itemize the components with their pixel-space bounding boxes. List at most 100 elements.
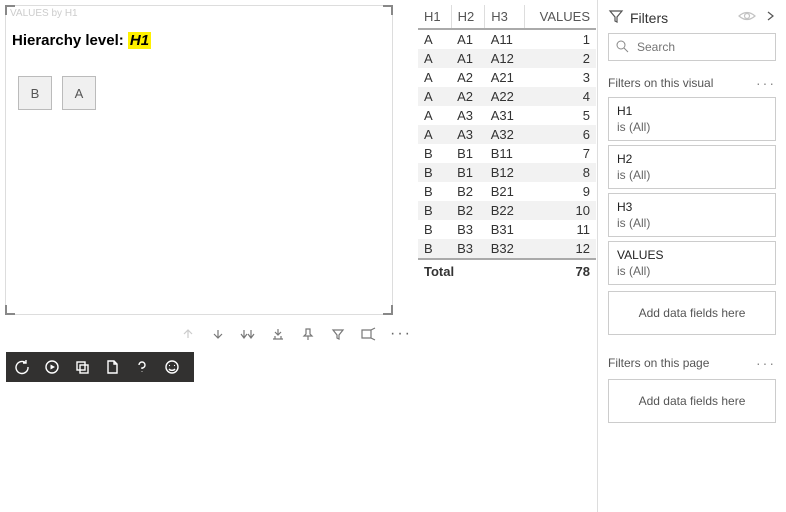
cell-h2: A3 [451, 125, 485, 144]
filter-card[interactable]: H3is (All) [608, 193, 776, 237]
refresh-icon[interactable] [14, 359, 30, 375]
cell-h1: B [418, 201, 451, 220]
table-row[interactable]: BB1B117 [418, 144, 596, 163]
cell-value: 4 [525, 87, 596, 106]
cell-h3: A11 [485, 29, 525, 49]
cell-h2: B1 [451, 144, 485, 163]
table-row[interactable]: BB2B2210 [418, 201, 596, 220]
cell-h3: B32 [485, 239, 525, 259]
cell-h3: A12 [485, 49, 525, 68]
filter-field-name: VALUES [617, 248, 767, 262]
cell-h2: B2 [451, 182, 485, 201]
cell-h2: B2 [451, 201, 485, 220]
resize-handle-bl[interactable] [5, 305, 15, 315]
table-header-row: H1 H2 H3 VALUES [418, 5, 596, 29]
cell-h2: A2 [451, 68, 485, 87]
table-row[interactable]: BB1B128 [418, 163, 596, 182]
cell-h3: B21 [485, 182, 525, 201]
cell-h1: A [418, 87, 451, 106]
filter-pane-icon [608, 8, 624, 27]
hierarchy-level-prefix: Hierarchy level: [12, 32, 124, 49]
total-value: 78 [525, 259, 596, 283]
table-total-row: Total 78 [418, 259, 596, 283]
total-label: Total [418, 259, 525, 283]
cell-value: 3 [525, 68, 596, 87]
cell-h2: B3 [451, 220, 485, 239]
search-icon [615, 39, 629, 56]
drill-down-icon[interactable] [210, 326, 226, 342]
hierarchy-level-value: H1 [128, 32, 151, 49]
col-h2[interactable]: H2 [451, 5, 485, 29]
visual-card[interactable]: VALUES by H1 Hierarchy level: H1 B A [5, 5, 393, 315]
cell-value: 10 [525, 201, 596, 220]
expand-next-level-icon[interactable] [240, 326, 256, 342]
cell-value: 9 [525, 182, 596, 201]
copy-icon[interactable] [74, 359, 90, 375]
cell-h2: A3 [451, 106, 485, 125]
filter-card[interactable]: H2 is (All) [608, 145, 776, 189]
cell-h3: A21 [485, 68, 525, 87]
cell-h1: A [418, 68, 451, 87]
search-input[interactable] [635, 39, 769, 55]
cell-h1: B [418, 163, 451, 182]
filter-card[interactable]: VALUESis (All) [608, 241, 776, 285]
cell-h1: B [418, 220, 451, 239]
more-options-icon[interactable]: ··· [390, 325, 412, 343]
filter-field-name: H1 [617, 104, 767, 118]
feedback-icon[interactable] [164, 359, 180, 375]
table-row[interactable]: AA2A213 [418, 68, 596, 87]
expand-all-icon[interactable] [270, 326, 286, 342]
focus-mode-icon[interactable] [360, 326, 376, 342]
filter-field-name: H2 [617, 152, 767, 166]
table-row[interactable]: AA1A122 [418, 49, 596, 68]
col-h3[interactable]: H3 [485, 5, 525, 29]
table-row[interactable]: BB3B3111 [418, 220, 596, 239]
pin-icon[interactable] [300, 326, 316, 342]
cell-h2: B3 [451, 239, 485, 259]
table-row[interactable]: AA3A326 [418, 125, 596, 144]
play-icon[interactable] [44, 359, 60, 375]
resize-handle-br[interactable] [383, 305, 393, 315]
table-row[interactable]: AA3A315 [418, 106, 596, 125]
table-row[interactable]: BB2B219 [418, 182, 596, 201]
cell-value: 1 [525, 29, 596, 49]
filter-condition: is (All) [617, 120, 767, 134]
cell-h2: A2 [451, 87, 485, 106]
hierarchy-button-b[interactable]: B [18, 76, 52, 110]
cell-h3: A22 [485, 87, 525, 106]
cell-value: 5 [525, 106, 596, 125]
cell-h1: B [418, 239, 451, 259]
cell-value: 7 [525, 144, 596, 163]
col-values[interactable]: VALUES [525, 5, 596, 29]
resize-handle-tr[interactable] [383, 5, 393, 15]
add-fields-page[interactable]: Add data fields here [608, 379, 776, 423]
table-row[interactable]: AA2A224 [418, 87, 596, 106]
section-filters-on-page: Filters on this page ··· [598, 349, 786, 373]
collapse-pane-icon[interactable] [764, 9, 776, 26]
filters-title: Filters [630, 10, 738, 26]
filter-icon[interactable] [330, 326, 346, 342]
canvas-area: VALUES by H1 Hierarchy level: H1 B A ··· [0, 0, 597, 512]
filters-search[interactable] [608, 33, 776, 61]
data-table[interactable]: H1 H2 H3 VALUES AA1A111AA1A122AA2A213AA2… [418, 5, 596, 283]
drill-up-icon[interactable] [180, 326, 196, 342]
cell-h1: A [418, 106, 451, 125]
filter-condition: is (All) [617, 168, 767, 182]
visual-toolbar: ··· [180, 325, 412, 343]
section-visual-label: Filters on this visual [608, 76, 756, 90]
cell-h3: A32 [485, 125, 525, 144]
filter-card[interactable]: H1 is (All) [608, 97, 776, 141]
cell-h1: A [418, 49, 451, 68]
table-row[interactable]: BB3B3212 [418, 239, 596, 259]
help-icon[interactable] [134, 359, 150, 375]
visibility-icon[interactable] [738, 9, 756, 26]
new-page-icon[interactable] [104, 359, 120, 375]
section-visual-more-icon[interactable]: ··· [756, 75, 776, 91]
table-row[interactable]: AA1A111 [418, 29, 596, 49]
hierarchy-button-a[interactable]: A [62, 76, 96, 110]
col-h1[interactable]: H1 [418, 5, 451, 29]
cell-h3: A31 [485, 106, 525, 125]
section-page-more-icon[interactable]: ··· [756, 355, 776, 371]
add-fields-visual[interactable]: Add data fields here [608, 291, 776, 335]
hierarchy-level-label: Hierarchy level: H1 [12, 32, 151, 49]
